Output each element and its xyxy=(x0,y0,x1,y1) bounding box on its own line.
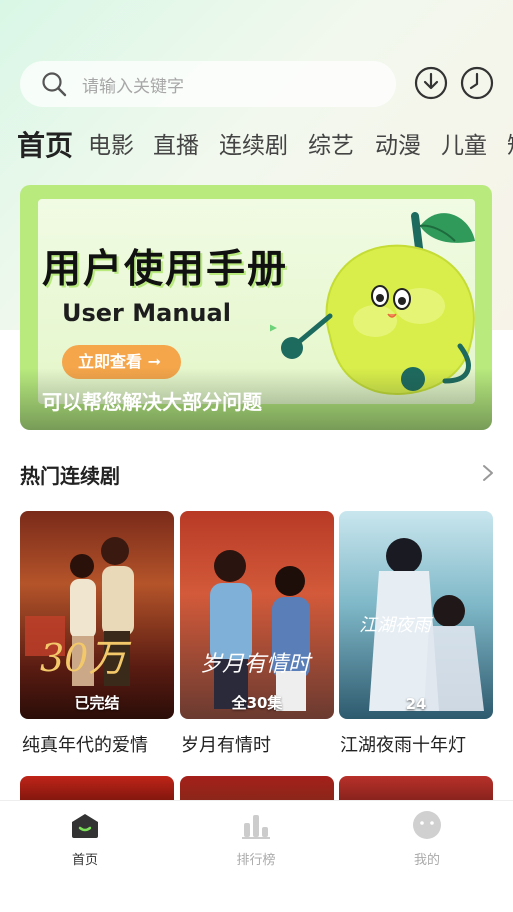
svg-text:30万: 30万 xyxy=(40,636,131,680)
status-badge: 已完结 xyxy=(74,694,120,712)
series-card[interactable]: 30万 已完结 xyxy=(20,511,174,719)
nav-home[interactable]: 首页 xyxy=(45,809,125,868)
download-icon[interactable] xyxy=(414,66,448,100)
banner-subtitle: User Manual xyxy=(62,299,231,327)
search-placeholder: 请输入关键字 xyxy=(82,76,184,97)
nav-label: 排行榜 xyxy=(236,853,276,868)
tab-variety[interactable]: 综艺 xyxy=(308,124,354,172)
profile-icon xyxy=(413,811,441,839)
tab-home[interactable]: 首页 xyxy=(17,124,73,172)
tab-kids[interactable]: 儿童 xyxy=(441,124,487,172)
svg-text:岁月有情时: 岁月有情时 xyxy=(200,652,313,677)
nav-label: 首页 xyxy=(71,853,98,868)
section-title-hot-series: 热门连续剧 xyxy=(20,464,120,488)
home-icon xyxy=(72,814,98,838)
series-card[interactable]: 岁月有情时 全30集 xyxy=(180,511,334,719)
svg-text:江湖夜雨: 江湖夜雨 xyxy=(359,615,434,636)
bottom-navigation: 首页 排行榜 我的 xyxy=(0,800,513,912)
search-bar[interactable]: 请输入关键字 xyxy=(20,61,396,107)
nav-label: 我的 xyxy=(413,853,440,868)
tab-movies[interactable]: 电影 xyxy=(88,124,134,172)
poster-image: 30万 xyxy=(25,537,134,686)
tab-live[interactable]: 直播 xyxy=(153,124,199,172)
tab-series[interactable]: 连续剧 xyxy=(219,124,288,172)
ranking-icon xyxy=(242,815,270,839)
episode-badge: 24 xyxy=(405,695,427,713)
nav-profile[interactable]: 我的 xyxy=(387,809,467,868)
episode-badge: 全30集 xyxy=(231,694,283,712)
history-clock-icon[interactable] xyxy=(460,66,494,100)
poster-image: 岁月有情时 xyxy=(200,550,313,711)
search-icon xyxy=(42,72,67,97)
tab-anime[interactable]: 动漫 xyxy=(375,124,421,172)
series-title[interactable]: 纯真年代的爱情 xyxy=(22,731,148,757)
poster-image: 江湖夜雨 xyxy=(359,538,484,711)
category-tabs: 首页 电影 直播 连续剧 综艺 动漫 儿童 短 xyxy=(0,124,513,172)
series-card[interactable]: 江湖夜雨 24 xyxy=(339,511,493,719)
series-title[interactable]: 江湖夜雨十年灯 xyxy=(340,731,466,757)
nav-ranking[interactable]: 排行榜 xyxy=(216,809,296,868)
banner-title: 用户使用手册 xyxy=(42,247,289,292)
series-title[interactable]: 岁月有情时 xyxy=(181,731,271,757)
chevron-right-icon[interactable] xyxy=(478,462,498,484)
tab-short[interactable]: 短 xyxy=(507,124,513,172)
banner-caption: 可以帮您解决大部分问题 xyxy=(42,390,262,414)
